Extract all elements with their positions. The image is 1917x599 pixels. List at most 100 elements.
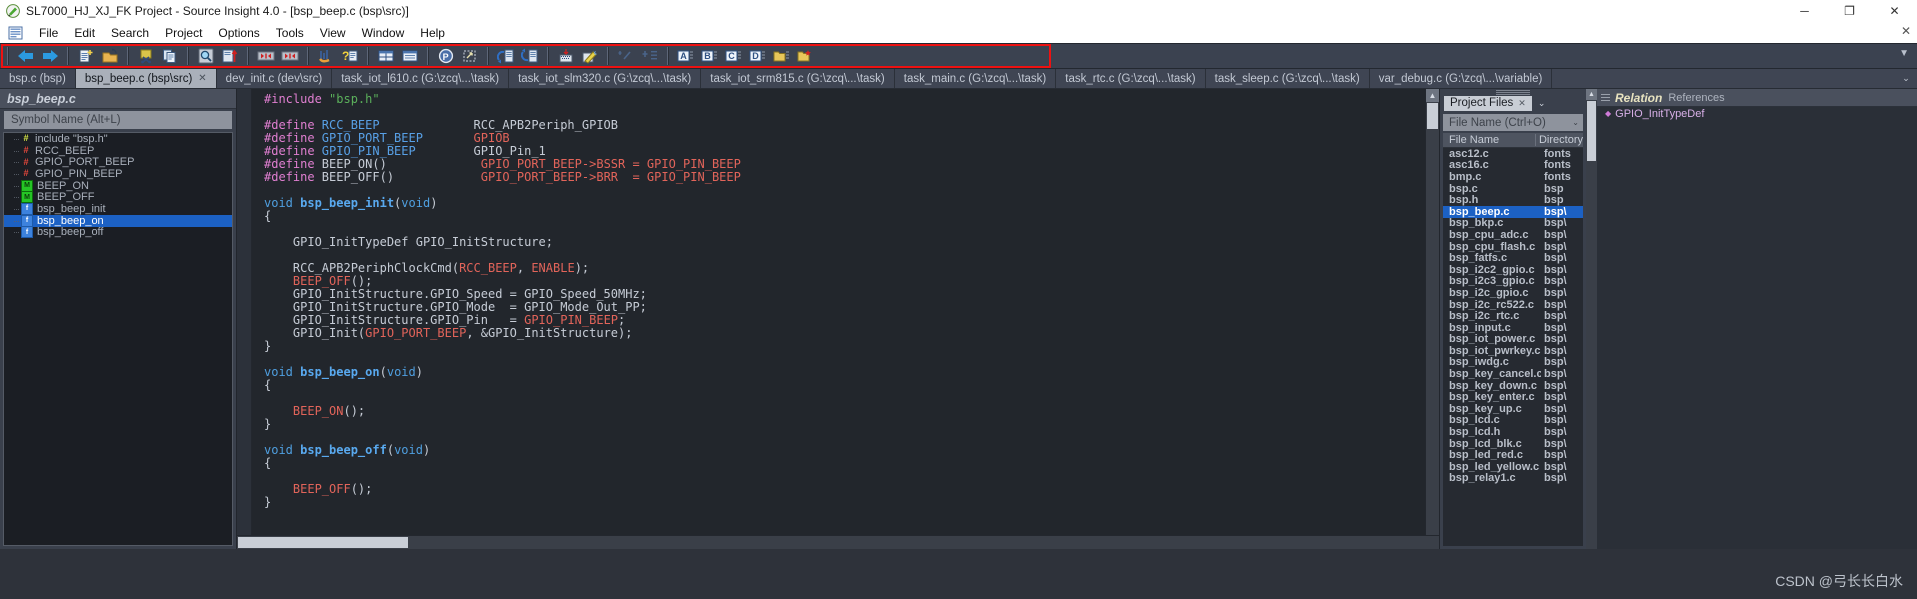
minimize-button[interactable]: ─: [1782, 0, 1827, 22]
tab-dev-init-c[interactable]: dev_init.c (dev\src): [216, 69, 333, 88]
menu-edit[interactable]: Edit: [66, 24, 103, 42]
project-settings-icon[interactable]: [459, 46, 481, 66]
menu-file[interactable]: File: [31, 24, 66, 42]
file-list-row[interactable]: bsp_i2c_rc522.c bsp\: [1443, 299, 1583, 311]
file-list-row[interactable]: bmp.c fonts: [1443, 171, 1583, 183]
file-list-row[interactable]: bsp_iot_pwrkey.c bsp\: [1443, 345, 1583, 357]
symbol-list-item[interactable]: ··· # RCC_BEEP: [4, 145, 232, 157]
symbol-window-icon[interactable]: [315, 46, 337, 66]
symbol-list-item[interactable]: ··· f bsp_beep_off: [4, 226, 232, 239]
copy-icon[interactable]: [159, 46, 181, 66]
back-icon[interactable]: [15, 46, 37, 66]
replace-icon[interactable]: [219, 46, 241, 66]
document-close-button[interactable]: ✕: [1901, 24, 1911, 38]
tab-var-debug-c[interactable]: var_debug.c (G:\zcq\...\variable): [1369, 69, 1553, 88]
sync-file-out-icon[interactable]: [519, 46, 541, 66]
tile-windows-icon[interactable]: [375, 46, 397, 66]
menu-options[interactable]: Options: [210, 24, 267, 42]
tab-bsp-c[interactable]: bsp.c (bsp): [0, 69, 76, 88]
file-list-row[interactable]: bsp_led_yellow.c bsp\: [1443, 461, 1583, 473]
jump-next-icon[interactable]: [279, 46, 301, 66]
code-editor[interactable]: #include "bsp.h" #define RCC_BEEP RCC_AP…: [252, 89, 1425, 535]
symbol-list-item[interactable]: ··· f bsp_beep_init: [4, 202, 232, 215]
open-file-icon[interactable]: [99, 46, 121, 66]
menu-tools[interactable]: Tools: [268, 24, 312, 42]
tab-task-iot-slm320-c[interactable]: task_iot_slm320.c (G:\zcq\...\task): [509, 69, 702, 88]
scrollbar-thumb-horizontal[interactable]: [238, 537, 408, 548]
file-list-row[interactable]: bsp_lcd.h bsp\: [1443, 426, 1583, 438]
clip-a-icon[interactable]: A: [675, 46, 697, 66]
file-list-row[interactable]: bsp_input.c bsp\: [1443, 322, 1583, 334]
tab-bsp-beep-c[interactable]: bsp_beep.c (bsp\src) ✕: [75, 69, 217, 88]
symbol-search-input[interactable]: Symbol Name (Alt+L): [4, 111, 232, 129]
symbol-list-item[interactable]: ··· M BEEP_ON: [4, 179, 232, 192]
editor-vertical-scrollbar[interactable]: ▲: [1425, 89, 1439, 535]
file-list-row[interactable]: bsp_key_cancel.c bsp\: [1443, 368, 1583, 380]
cut-icon[interactable]: [135, 46, 157, 66]
scrollbar-thumb[interactable]: [1587, 101, 1596, 161]
sync-file-in-icon[interactable]: [495, 46, 517, 66]
editor-horizontal-scrollbar[interactable]: [237, 535, 1439, 549]
scrollbar-thumb[interactable]: [1427, 103, 1438, 129]
search-icon[interactable]: [195, 46, 217, 66]
file-list-row[interactable]: bsp_lcd.c bsp\: [1443, 414, 1583, 426]
close-button[interactable]: ✕: [1872, 0, 1917, 22]
file-list-row[interactable]: bsp_iot_power.c bsp\: [1443, 333, 1583, 345]
project-file-list[interactable]: asc12.c fonts asc16.c fonts bmp.c fonts bsp.c b…: [1443, 148, 1583, 546]
file-list-row[interactable]: bsp_cpu_adc.c bsp\: [1443, 229, 1583, 241]
chevron-down-icon[interactable]: ⌄: [1572, 118, 1579, 127]
rebuild-project-icon[interactable]: [555, 46, 577, 66]
symbol-list-item[interactable]: ··· f bsp_beep_on: [4, 214, 232, 227]
file-list-row[interactable]: bsp.c bsp: [1443, 183, 1583, 195]
maximize-button[interactable]: ❐: [1827, 0, 1872, 22]
file-list-row[interactable]: asc16.c fonts: [1443, 159, 1583, 171]
menu-help[interactable]: Help: [412, 24, 453, 42]
file-list-row[interactable]: bsp_cpu_flash.c bsp\: [1443, 241, 1583, 253]
scroll-up-icon[interactable]: ▲: [1426, 89, 1439, 102]
symbol-list-item[interactable]: ··· # include "bsp.h": [4, 133, 232, 145]
file-list-row[interactable]: bsp_key_up.c bsp\: [1443, 403, 1583, 415]
menu-search[interactable]: Search: [103, 24, 157, 42]
file-list-row[interactable]: bsp_fatfs.c bsp\: [1443, 252, 1583, 264]
column-directory[interactable]: Directory: [1534, 134, 1583, 146]
clip-b-icon[interactable]: B: [699, 46, 721, 66]
add-list-icon[interactable]: [639, 46, 661, 66]
scroll-up-icon[interactable]: ▲: [1586, 89, 1597, 100]
single-window-icon[interactable]: [399, 46, 421, 66]
file-list-row[interactable]: bsp_i2c3_gpio.c bsp\: [1443, 275, 1583, 287]
symbol-list-item[interactable]: ··· # GPIO_PIN_BEEP: [4, 168, 232, 180]
clip-c-icon[interactable]: C: [723, 46, 745, 66]
forward-icon[interactable]: [39, 46, 61, 66]
symbol-list[interactable]: ··· # include "bsp.h" ··· # RCC_BEEP ··· # GPIO_…: [3, 132, 233, 546]
new-file-icon[interactable]: [75, 46, 97, 66]
column-file-name[interactable]: File Name: [1443, 134, 1535, 146]
file-list-row[interactable]: bsp_key_enter.c bsp\: [1443, 391, 1583, 403]
menu-project[interactable]: Project: [157, 24, 210, 42]
file-list-row[interactable]: asc12.c fonts: [1443, 148, 1583, 160]
project-files-scrollbar[interactable]: ▲: [1586, 89, 1597, 549]
tab-task-iot-l610-c[interactable]: task_iot_l610.c (G:\zcq\...\task): [332, 69, 510, 88]
clip-folder-new-icon[interactable]: [795, 46, 817, 66]
file-list-row[interactable]: bsp_bkp.c bsp\: [1443, 217, 1583, 229]
jump-prev-icon[interactable]: [255, 46, 277, 66]
file-list-row[interactable]: bsp_lcd_blk.c bsp\: [1443, 438, 1583, 450]
tab-task-main-c[interactable]: task_main.c (G:\zcq\...\task): [894, 69, 1057, 88]
symbol-list-item[interactable]: ··· M BEEP_OFF: [4, 191, 232, 204]
file-list-row[interactable]: bsp_iwdg.c bsp\: [1443, 356, 1583, 368]
clip-folder-icon[interactable]: [771, 46, 793, 66]
pane-grip-icon[interactable]: [1601, 93, 1610, 102]
file-list-row[interactable]: bsp_beep.c bsp\: [1443, 206, 1583, 218]
relation-item[interactable]: ◆ GPIO_InitTypeDef: [1597, 107, 1917, 120]
tab-close-icon[interactable]: ✕: [198, 73, 206, 84]
tab-overflow-icon[interactable]: ⌄: [1895, 69, 1917, 88]
file-list-row[interactable]: bsp_key_down.c bsp\: [1443, 380, 1583, 392]
file-list-row[interactable]: bsp_i2c_gpio.c bsp\: [1443, 287, 1583, 299]
tab-task-sleep-c[interactable]: task_sleep.c (G:\zcq\...\task): [1205, 69, 1370, 88]
relation-tree[interactable]: ◆ GPIO_InitTypeDef: [1597, 107, 1917, 549]
tab-task-iot-srm815-c[interactable]: task_iot_srm815.c (G:\zcq\...\task): [701, 69, 895, 88]
file-list-row[interactable]: bsp_i2c2_gpio.c bsp\: [1443, 264, 1583, 276]
project-tab-close-icon[interactable]: ✕: [1518, 98, 1526, 109]
chevron-down-icon[interactable]: ⌄: [1538, 98, 1546, 109]
file-list-row[interactable]: bsp_relay1.c bsp\: [1443, 472, 1583, 484]
file-list-row[interactable]: bsp_i2c_rtc.c bsp\: [1443, 310, 1583, 322]
